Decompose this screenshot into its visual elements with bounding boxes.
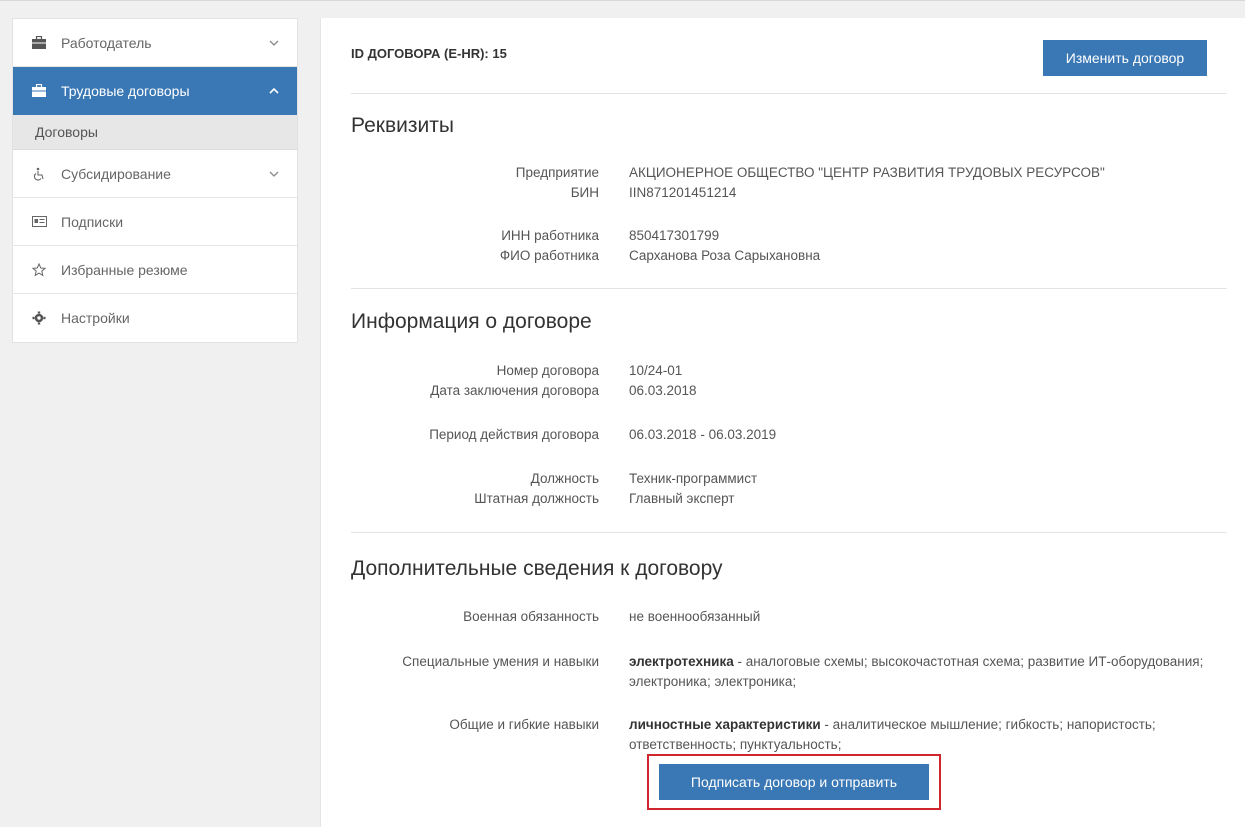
field-position: Должность Техник-программист [351, 469, 1227, 489]
field-value: личностные характеристики - аналитическо… [629, 715, 1227, 755]
divider [351, 288, 1227, 289]
briefcase-icon [31, 35, 47, 51]
field-contract-period: Период действия договора 06.03.2018 - 06… [351, 425, 1227, 445]
sidebar-item-label: Субсидирование [61, 165, 171, 182]
sidebar-item-subsidies[interactable]: Субсидирование [13, 150, 297, 198]
field-value: АКЦИОНЕРНОЕ ОБЩЕСТВО "ЦЕНТР РАЗВИТИЯ ТРУ… [629, 165, 1105, 180]
sidebar-item-settings[interactable]: Настройки [13, 294, 297, 342]
sign-and-send-button[interactable]: Подписать договор и отправить [659, 764, 929, 800]
field-bin: БИН IIN871201451214 [351, 183, 1227, 203]
section-title-additional-info: Дополнительные сведения к договору [351, 557, 723, 580]
field-staff-position: Штатная должность Главный эксперт [351, 489, 1227, 509]
gear-icon [31, 310, 47, 326]
sidebar-item-favorite-resumes[interactable]: Избранные резюме [13, 246, 297, 294]
field-contract-number: Номер договора 10/24-01 [351, 361, 1227, 381]
skill-category: электротехника [629, 654, 734, 669]
field-enterprise: Предприятие АКЦИОНЕРНОЕ ОБЩЕСТВО "ЦЕНТР … [351, 163, 1227, 183]
field-value: 10/24-01 [629, 363, 683, 378]
field-employee-iin: ИНН работника 850417301799 [351, 226, 1227, 246]
section-title-contract-info: Информация о договоре [351, 310, 592, 333]
field-value: IIN871201451214 [629, 185, 737, 200]
field-label: Номер договора [496, 363, 599, 378]
sidebar-item-labor-contracts[interactable]: Трудовые договоры [13, 67, 297, 115]
field-label: Военная обязанность [463, 609, 599, 624]
chevron-down-icon [267, 36, 281, 50]
sidebar-item-label: Трудовые договоры [61, 82, 190, 99]
top-divider [0, 0, 1245, 1]
subscription-card-icon [31, 214, 47, 230]
field-label: Специальные умения и навыки [402, 654, 599, 669]
field-value: Сарханова Роза Сарыхановна [629, 248, 821, 263]
chevron-down-icon [267, 167, 281, 181]
sidebar-item-subscriptions[interactable]: Подписки [13, 198, 297, 246]
field-label: ИНН работника [501, 228, 599, 243]
field-military-duty: Военная обязанность не военнообязанный [351, 607, 1227, 627]
field-value: 06.03.2018 - 06.03.2019 [629, 427, 777, 442]
sidebar-item-label: Подписки [61, 213, 124, 230]
field-label: Штатная должность [474, 491, 599, 506]
field-special-skills: Специальные умения и навыки электротехни… [351, 652, 1227, 692]
field-contract-date: Дата заключения договора 06.03.2018 [351, 381, 1227, 401]
skill-category: личностные характеристики [629, 717, 821, 732]
section-title-requisites: Реквизиты [351, 114, 454, 137]
field-label: Предприятие [515, 165, 599, 180]
field-value: Главный эксперт [629, 491, 735, 506]
briefcase-icon [31, 83, 47, 99]
chevron-up-icon [267, 84, 281, 98]
divider [351, 93, 1227, 94]
edit-contract-button[interactable]: Изменить договор [1043, 40, 1207, 76]
contract-id: ID ДОГОВОРА (E-HR): 15 [351, 46, 507, 61]
field-label: Общие и гибкие навыки [449, 717, 599, 732]
field-soft-skills: Общие и гибкие навыки личностные характе… [351, 715, 1227, 755]
sidebar-item-label: Настройки [61, 310, 130, 326]
field-value: 850417301799 [629, 228, 720, 243]
accessibility-icon [31, 166, 47, 182]
contract-details-panel: ID ДОГОВОРА (E-HR): 15 Изменить договор … [320, 18, 1245, 827]
field-value: не военнообязанный [629, 609, 761, 624]
star-icon [31, 262, 47, 278]
divider [351, 532, 1227, 533]
field-label: Период действия договора [429, 427, 599, 442]
sidebar-item-label: Работодатель [61, 34, 152, 51]
field-label: ФИО работника [499, 248, 599, 263]
field-value: электротехника - аналоговые схемы; высок… [629, 652, 1227, 692]
field-label: Дата заключения договора [430, 383, 599, 398]
sidebar-subitem-contracts[interactable]: Договоры [13, 115, 297, 150]
sidebar: Работодатель Трудовые договоры Договоры … [12, 18, 298, 343]
sidebar-item-label: Избранные резюме [61, 261, 188, 278]
field-value: Техник-программист [629, 471, 758, 486]
field-employee-name: ФИО работника Сарханова Роза Сарыхановна [351, 246, 1227, 266]
field-value: 06.03.2018 [629, 383, 697, 398]
field-label: Должность [530, 471, 599, 486]
sidebar-item-employer[interactable]: Работодатель [13, 19, 297, 67]
field-label: БИН [570, 185, 599, 200]
